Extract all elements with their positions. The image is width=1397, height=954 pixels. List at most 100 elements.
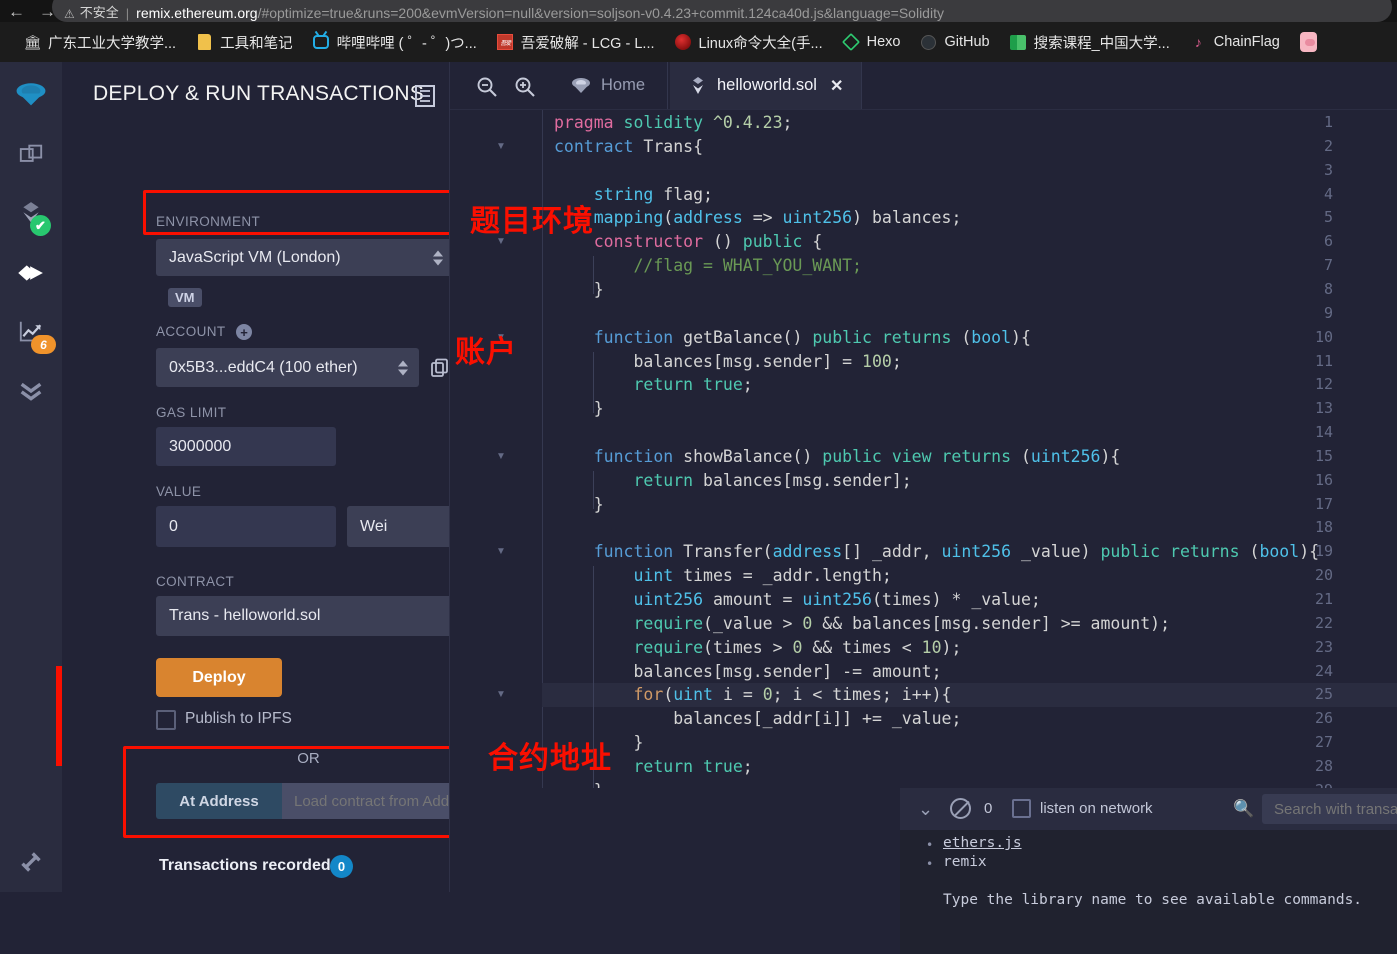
indent-guide bbox=[593, 351, 594, 414]
code-line: //flag = WHAT_YOU_WANT; bbox=[554, 256, 862, 276]
chainflag-icon: ♪ bbox=[1194, 34, 1202, 50]
terminal-log[interactable]: • ethers.js • remix Type the library nam… bbox=[900, 830, 1397, 954]
fold-chevron-icon[interactable]: ▼ bbox=[496, 546, 506, 557]
fold-chevron-icon[interactable]: ▼ bbox=[496, 141, 506, 152]
code-line: balances[_addr[i]] += _value; bbox=[673, 709, 962, 729]
bookmark-label: 广东工业大学教学... bbox=[48, 35, 177, 52]
debugger-icon[interactable] bbox=[0, 363, 62, 419]
account-value: 0x5B3...eddC4 (100 ether) bbox=[169, 358, 358, 376]
code-line: } bbox=[593, 399, 604, 419]
remix-home-icon bbox=[572, 77, 590, 93]
publish-ipfs-checkbox[interactable] bbox=[156, 710, 176, 730]
tab-home[interactable]: Home bbox=[548, 62, 669, 109]
zoom-in-icon[interactable] bbox=[514, 76, 536, 98]
course-icon bbox=[1010, 34, 1027, 51]
value-unit: Wei bbox=[360, 517, 388, 535]
code-line: balances[msg.sender] -= amount; bbox=[633, 661, 942, 681]
bilibili-icon bbox=[313, 34, 330, 51]
deploy-button[interactable]: Deploy bbox=[156, 658, 282, 697]
log-line-hint: Type the library name to see available c… bbox=[943, 892, 1363, 908]
bookmark-label: 吾爱破解 - LCG - L... bbox=[520, 35, 655, 52]
remix-logo-glyph bbox=[16, 83, 46, 106]
solidity-compiler-icon[interactable]: ✔ bbox=[0, 186, 62, 242]
omnibox[interactable]: ⚠ 不安全 | remix.ethereum.org /#optimize=tr… bbox=[52, 0, 1392, 22]
bookmark-item[interactable] bbox=[1290, 31, 1327, 54]
github-icon bbox=[920, 34, 937, 51]
close-icon[interactable]: ✕ bbox=[830, 76, 843, 96]
fold-chevron-icon[interactable]: ▼ bbox=[496, 451, 506, 462]
indent-guide bbox=[593, 256, 594, 294]
code-line: constructor () public { bbox=[593, 232, 823, 252]
gas-limit-value: 3000000 bbox=[169, 437, 232, 455]
analysis-icon[interactable]: 6 bbox=[0, 304, 62, 360]
copy-icon[interactable] bbox=[430, 358, 450, 378]
bookmark-item[interactable]: GitHub bbox=[910, 31, 999, 54]
bookmark-item[interactable]: 哔哩哔哩 ( ゜- ゜)つ... bbox=[303, 29, 487, 56]
log-line-ethers[interactable]: ethers.js bbox=[943, 835, 1022, 851]
log-bullet: • bbox=[926, 857, 934, 871]
code-line: mapping(address => uint256) balances; bbox=[593, 208, 962, 228]
zoom-out-icon[interactable] bbox=[476, 76, 498, 98]
bank-icon: 🏛 bbox=[23, 33, 42, 50]
bookmark-label: Hexo bbox=[866, 34, 901, 50]
plugin-manager-icon[interactable] bbox=[0, 834, 62, 890]
code-line: } bbox=[593, 279, 604, 299]
search-input[interactable] bbox=[1262, 794, 1397, 824]
chevron-updown-icon bbox=[433, 250, 443, 265]
bookmark-label: Linux命令大全(手... bbox=[698, 35, 823, 52]
account-select[interactable]: 0x5B3...eddC4 (100 ether) bbox=[156, 348, 419, 387]
code-content[interactable]: pragma solidity ^0.4.23; contract Trans{ … bbox=[554, 110, 1397, 788]
52pojie-icon: 吾爱 bbox=[497, 34, 514, 51]
code-line: pragma solidity ^0.4.23; bbox=[554, 113, 793, 132]
value-amount: 0 bbox=[169, 517, 178, 535]
account-label: ACCOUNT bbox=[156, 324, 226, 339]
code-line: for(uint i = 0; i < times; i++){ bbox=[633, 685, 952, 705]
value-input[interactable]: 0 bbox=[156, 506, 336, 547]
bookmark-label: 哔哩哔哩 ( ゜- ゜)つ... bbox=[336, 35, 477, 52]
deploy-run-glyph bbox=[18, 265, 43, 281]
code-line: uint times = _addr.length; bbox=[633, 566, 892, 586]
double-chevron-icon[interactable]: ⌄ bbox=[918, 799, 933, 820]
bookmark-item[interactable]: 工具和笔记 bbox=[186, 29, 303, 56]
annotation-environment: 题目环境 bbox=[470, 204, 594, 239]
tab-helloworld-sol[interactable]: helloworld.sol ✕ bbox=[670, 62, 863, 109]
fold-chevron-icon[interactable]: ▼ bbox=[496, 689, 506, 700]
value-unit-select[interactable]: Wei bbox=[347, 506, 449, 547]
back-icon[interactable]: ← bbox=[8, 3, 25, 20]
annotation-contract-address: 合约地址 bbox=[488, 741, 612, 776]
bookmark-item[interactable]: ♪ ChainFlag bbox=[1180, 31, 1290, 54]
bookmark-item[interactable]: 搜索课程_中国大学... bbox=[1000, 29, 1180, 56]
bookmark-item[interactable]: Hexo bbox=[833, 31, 911, 54]
remix-logo-icon[interactable] bbox=[0, 68, 62, 124]
page-title: DEPLOY & RUN TRANSACTIONS bbox=[93, 82, 424, 105]
publish-ipfs-label: Publish to IPFS bbox=[185, 710, 292, 727]
environment-select[interactable]: JavaScript VM (London) bbox=[156, 239, 449, 276]
file-explorer-icon[interactable] bbox=[0, 127, 62, 183]
bookmarks-bar: 🏛 广东工业大学教学... 工具和笔记 哔哩哔哩 ( ゜- ゜)つ... 吾爱 吾爱… bbox=[0, 22, 1397, 62]
not-secure-warning-icon: ⚠ bbox=[64, 7, 75, 21]
solidity-file-icon bbox=[693, 76, 703, 94]
code-line: require(_value > 0 && balances[msg.sende… bbox=[633, 613, 1171, 633]
analysis-count-badge: 6 bbox=[31, 335, 56, 354]
remix-ide-app: ✔ 6 DEPLOY & RUN TRANSACTIONS ENVIRONMEN… bbox=[0, 62, 1397, 954]
no-entry-icon[interactable] bbox=[950, 798, 971, 819]
deploy-run-icon[interactable] bbox=[0, 245, 62, 301]
contract-select[interactable]: Trans - helloworld.sol bbox=[156, 596, 449, 636]
bookmark-item[interactable]: Linux命令大全(手... bbox=[665, 29, 833, 56]
listen-on-network-checkbox[interactable] bbox=[1012, 799, 1031, 818]
at-address-input[interactable] bbox=[282, 783, 449, 819]
bookmark-item[interactable]: 吾爱 吾爱破解 - LCG - L... bbox=[487, 29, 665, 56]
pig-icon bbox=[1299, 32, 1317, 52]
deploy-run-panel: DEPLOY & RUN TRANSACTIONS ENVIRONMENT Ja… bbox=[62, 62, 450, 892]
gas-limit-input[interactable]: 3000000 bbox=[156, 427, 336, 466]
at-address-button[interactable]: At Address bbox=[156, 783, 282, 819]
url-bar-strip: ← → ⟳ ⚠ 不安全 | remix.ethereum.org /#optim… bbox=[0, 0, 1397, 22]
document-icon[interactable] bbox=[415, 85, 435, 107]
icon-rail: ✔ 6 bbox=[0, 62, 62, 892]
chevron-updown-icon bbox=[398, 360, 408, 375]
code-line: return true; bbox=[633, 375, 753, 395]
bookmark-item[interactable]: 🏛 广东工业大学教学... bbox=[14, 29, 186, 56]
plus-circle-icon[interactable]: + bbox=[236, 324, 252, 340]
environment-label: ENVIRONMENT bbox=[156, 214, 261, 229]
log-bullet: • bbox=[926, 838, 934, 852]
